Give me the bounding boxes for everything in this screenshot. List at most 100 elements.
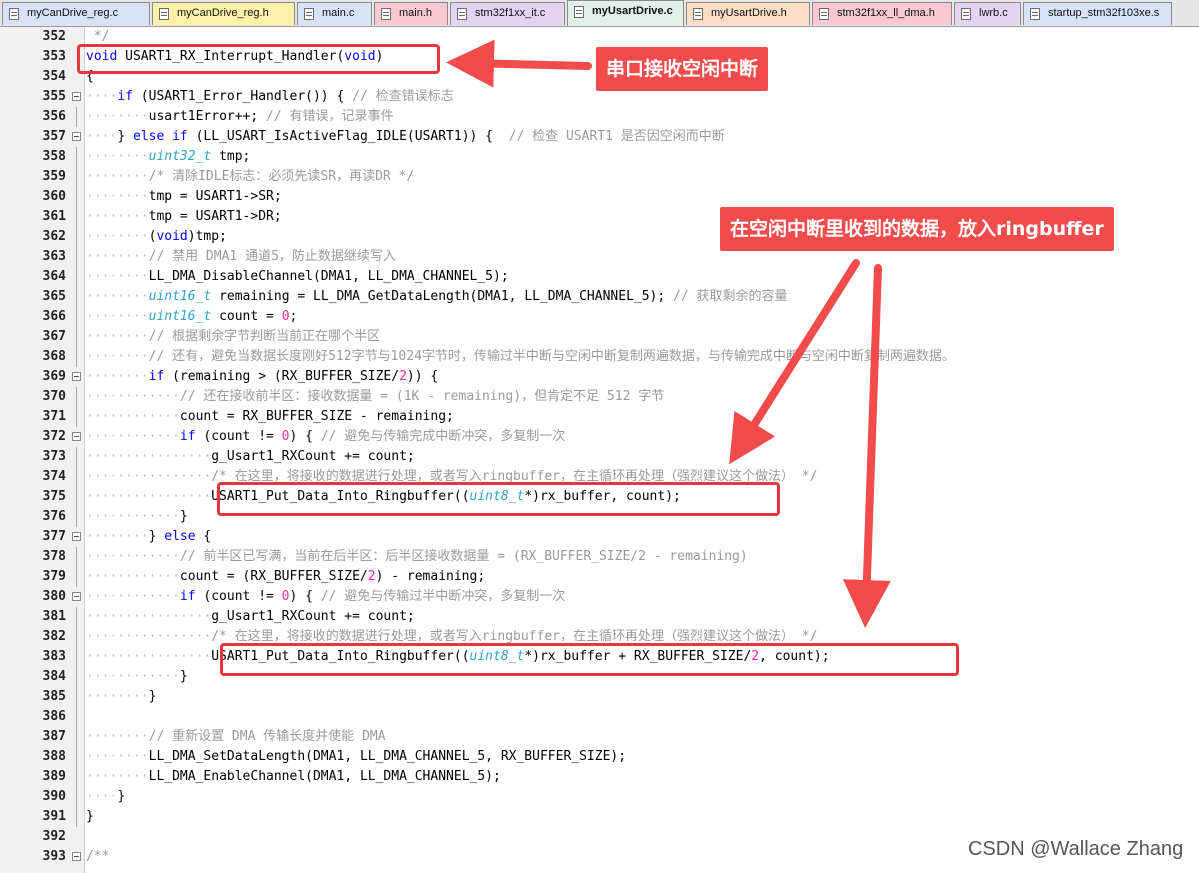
line-number: 377: [42, 529, 66, 544]
code-token: // 重新设置 DMA 传输长度并使能 DMA: [148, 729, 386, 744]
indent-guide: ········: [86, 729, 149, 744]
code-line: 385 ········}: [0, 687, 1199, 707]
line-number: 356: [42, 109, 66, 124]
file-tab[interactable]: myUsartDrive.c: [567, 0, 684, 26]
code-token: /**: [86, 849, 110, 864]
indent-guide: ····: [86, 789, 118, 804]
code-token: void: [156, 229, 188, 244]
fold-toggle-icon[interactable]: [72, 532, 81, 541]
code-text: ········// 重新设置 DMA 传输长度并使能 DMA: [86, 727, 386, 747]
code-token: (LL_USART_IsActiveFlag_IDLE(USART1)) {: [187, 129, 509, 144]
code-text: ········LL_DMA_EnableChannel(DMA1, LL_DM…: [86, 767, 501, 787]
line-number: 386: [42, 709, 66, 724]
code-token: {: [195, 529, 212, 544]
line-number: 372: [42, 429, 66, 444]
file-tab[interactable]: myCanDrive_reg.h: [152, 2, 295, 25]
indent-guide: ········: [86, 169, 149, 184]
code-text: ········usart1Error++; // 有错误，记录事件: [86, 107, 394, 127]
line-number: 369: [42, 369, 66, 384]
file-tab[interactable]: startup_stm32f103xe.s: [1023, 2, 1172, 25]
code-token: }: [179, 669, 188, 684]
code-token: 0: [281, 309, 290, 324]
file-tab[interactable]: stm32f1xx_it.c: [450, 2, 565, 25]
code-line: 371 ············count = RX_BUFFER_SIZE - …: [0, 407, 1199, 427]
file-tab[interactable]: myUsartDrive.h: [686, 2, 810, 25]
line-number: 375: [42, 489, 66, 504]
code-line: 372 ············if (count != 0) { // 避免与传…: [0, 427, 1199, 447]
fold-toggle-icon[interactable]: [72, 372, 81, 381]
line-number: 381: [42, 609, 66, 624]
code-line: 391}: [0, 807, 1199, 827]
code-token: tmp = USART1->DR;: [148, 209, 282, 224]
code-token: 2: [367, 569, 376, 584]
code-text: ········tmp = USART1->SR;: [86, 187, 282, 207]
line-number: 373: [42, 449, 66, 464]
code-editor[interactable]: 352 */353 void USART1_RX_Interrupt_Handle…: [0, 27, 1199, 873]
line-number: 387: [42, 729, 66, 744]
line-number: 390: [42, 789, 66, 804]
fold-guide: [76, 387, 77, 407]
code-token: )) {: [406, 369, 439, 384]
indent-guide: ············: [86, 669, 180, 684]
file-tab[interactable]: main.c: [297, 2, 372, 25]
line-number: 366: [42, 309, 66, 324]
fold-toggle-icon[interactable]: [72, 592, 81, 601]
code-line: 357 ····} else if (LL_USART_IsActiveFlag_…: [0, 127, 1199, 147]
line-number: 360: [42, 189, 66, 204]
code-text: ············}: [86, 667, 188, 687]
code-token: // 根据剩余字节判断当前正在哪个半区: [148, 329, 381, 344]
fold-toggle-icon[interactable]: [72, 852, 81, 861]
indent-guide: ········: [86, 349, 149, 364]
code-text: ············// 前半区已写满，当前在后半区：后半区接收数据量 = …: [86, 547, 748, 567]
code-token: g_Usart1_RXCount += count;: [211, 609, 415, 624]
code-token: (count !=: [195, 429, 282, 444]
code-line: 386: [0, 707, 1199, 727]
code-text: }: [86, 807, 94, 827]
code-token: }: [148, 529, 165, 544]
code-line: 389 ········LL_DMA_EnableChannel(DMA1, LL…: [0, 767, 1199, 787]
indent-guide: ················: [86, 649, 212, 664]
code-line: 358 ········uint32_t tmp;: [0, 147, 1199, 167]
file-tab-label: main.c: [322, 7, 355, 19]
code-line: 373 ················g_Usart1_RXCount += c…: [0, 447, 1199, 467]
code-text: ············count = RX_BUFFER_SIZE - rem…: [86, 407, 454, 427]
indent-guide: ············: [86, 549, 180, 564]
indent-guide: ········: [86, 269, 149, 284]
code-text: ········// 禁用 DMA1 通道5，防止数据继续写入: [86, 247, 396, 267]
code-token: }: [117, 789, 126, 804]
fold-guide: [76, 607, 77, 627]
file-tab-label: myUsartDrive.h: [711, 7, 787, 19]
file-tab-label: myCanDrive_reg.c: [27, 7, 119, 19]
code-token: /* 在这里，将接收的数据进行处理，或者写入ringbuffer，在主循环再处理…: [211, 629, 818, 644]
indent-guide: ········: [86, 329, 149, 344]
fold-toggle-icon[interactable]: [72, 92, 81, 101]
fold-guide: [76, 227, 77, 247]
file-tab[interactable]: main.h: [374, 2, 448, 25]
fold-toggle-icon[interactable]: [72, 432, 81, 441]
fold-guide: [76, 807, 77, 827]
file-icon: [819, 8, 829, 20]
indent-guide: ········: [86, 309, 149, 324]
line-number: 355: [42, 89, 66, 104]
indent-guide: ················: [86, 609, 212, 624]
indent-guide: ········: [86, 109, 149, 124]
fold-guide: [76, 547, 77, 567]
code-token: LL_DMA_EnableChannel(DMA1, LL_DMA_CHANNE…: [148, 769, 501, 784]
indent-guide: ············: [86, 409, 180, 424]
code-token: // 避免与传输完成中断冲突，多复制一次: [320, 429, 566, 444]
code-text: ········}: [86, 687, 156, 707]
code-line: 367 ········// 根据剩余字节判断当前正在哪个半区: [0, 327, 1199, 347]
file-tab[interactable]: lwrb.c: [954, 2, 1021, 25]
file-icon: [457, 8, 467, 20]
code-text: ········uint16_t count = 0;: [86, 307, 297, 327]
fold-toggle-icon[interactable]: [72, 132, 81, 141]
line-number: 385: [42, 689, 66, 704]
indent-guide: ············: [86, 569, 180, 584]
code-token: ) {: [289, 589, 321, 604]
line-number: 352: [42, 29, 66, 44]
file-tab[interactable]: myCanDrive_reg.c: [2, 2, 150, 25]
file-tab[interactable]: stm32f1xx_ll_dma.h: [812, 2, 952, 25]
code-token: 0: [281, 429, 290, 444]
code-text: ········/* 清除IDLE标志：必须先读SR，再读DR */: [86, 167, 414, 187]
code-text: /**: [86, 847, 109, 867]
